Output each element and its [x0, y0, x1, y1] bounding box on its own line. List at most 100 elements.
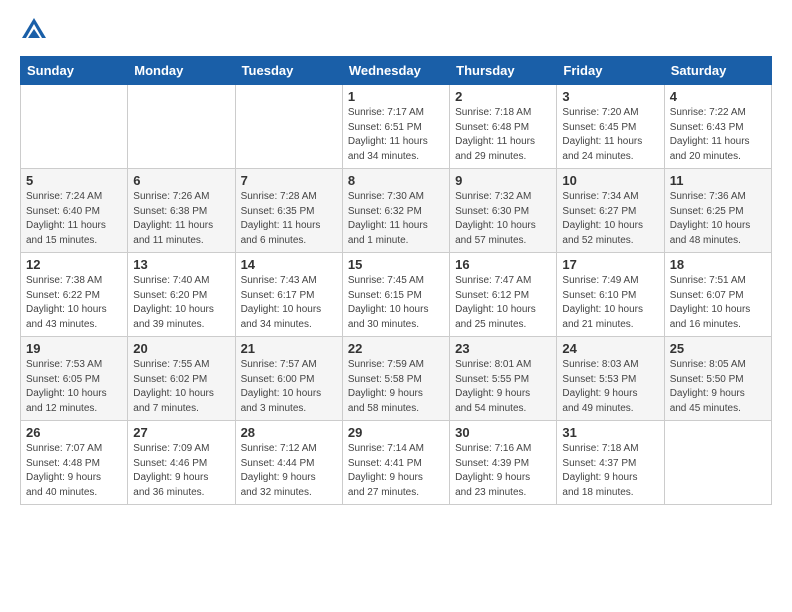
calendar-cell: 21 Sunrise: 7:57 AM Sunset: 6:00 PM Dayli… — [235, 337, 342, 421]
day-info: Sunrise: 7:24 AM Sunset: 6:40 PM Dayligh… — [26, 190, 122, 248]
day-info: Sunrise: 7:17 AM Sunset: 6:51 PM Dayligh… — [348, 106, 444, 164]
calendar-body: 1 Sunrise: 7:17 AM Sunset: 6:51 PM Daylig… — [21, 85, 772, 505]
calendar-cell: 25 Sunrise: 8:05 AM Sunset: 5:50 PM Dayli… — [664, 337, 771, 421]
day-number: 23 — [455, 341, 551, 356]
calendar-cell: 29Sunrise: 7:14 AM Sunset: 4:41 PM Dayli… — [342, 421, 449, 505]
calendar-cell: 9 Sunrise: 7:32 AM Sunset: 6:30 PM Daylig… — [450, 169, 557, 253]
day-info: Sunrise: 7:36 AM Sunset: 6:25 PM Dayligh… — [670, 190, 766, 248]
day-info: Sunrise: 7:49 AM Sunset: 6:10 PM Dayligh… — [562, 274, 658, 332]
day-info: Sunrise: 7:16 AM Sunset: 4:39 PM Dayligh… — [455, 442, 551, 500]
day-info: Sunrise: 7:57 AM Sunset: 6:00 PM Dayligh… — [241, 358, 337, 416]
calendar-cell: 11 Sunrise: 7:36 AM Sunset: 6:25 PM Dayli… — [664, 169, 771, 253]
day-info: Sunrise: 8:03 AM Sunset: 5:53 PM Dayligh… — [562, 358, 658, 416]
day-number: 21 — [241, 341, 337, 356]
weekday-header-thursday: Thursday — [450, 57, 557, 85]
day-number: 6 — [133, 173, 229, 188]
day-number: 13 — [133, 257, 229, 272]
calendar-cell: 8Sunrise: 7:30 AM Sunset: 6:32 PM Daylig… — [342, 169, 449, 253]
day-info: Sunrise: 7:14 AM Sunset: 4:41 PM Dayligh… — [348, 442, 444, 500]
day-info: Sunrise: 7:18 AM Sunset: 4:37 PM Dayligh… — [562, 442, 658, 500]
calendar-cell: 19 Sunrise: 7:53 AM Sunset: 6:05 PM Dayli… — [21, 337, 128, 421]
day-number: 14 — [241, 257, 337, 272]
week-row-2: 12 Sunrise: 7:38 AM Sunset: 6:22 PM Dayli… — [21, 253, 772, 337]
day-info: Sunrise: 7:07 AM Sunset: 4:48 PM Dayligh… — [26, 442, 122, 500]
day-number: 12 — [26, 257, 122, 272]
day-info: Sunrise: 7:22 AM Sunset: 6:43 PM Dayligh… — [670, 106, 766, 164]
calendar-cell: 28 Sunrise: 7:12 AM Sunset: 4:44 PM Dayli… — [235, 421, 342, 505]
day-number: 18 — [670, 257, 766, 272]
day-number: 25 — [670, 341, 766, 356]
day-number: 30 — [455, 425, 551, 440]
calendar-cell: 17Sunrise: 7:49 AM Sunset: 6:10 PM Dayli… — [557, 253, 664, 337]
day-number: 19 — [26, 341, 122, 356]
calendar-table: SundayMondayTuesdayWednesdayThursdayFrid… — [20, 56, 772, 505]
day-info: Sunrise: 7:43 AM Sunset: 6:17 PM Dayligh… — [241, 274, 337, 332]
calendar-cell: 5 Sunrise: 7:24 AM Sunset: 6:40 PM Daylig… — [21, 169, 128, 253]
day-number: 8 — [348, 173, 444, 188]
calendar-cell: 10Sunrise: 7:34 AM Sunset: 6:27 PM Dayli… — [557, 169, 664, 253]
day-info: Sunrise: 7:12 AM Sunset: 4:44 PM Dayligh… — [241, 442, 337, 500]
calendar-cell: 16 Sunrise: 7:47 AM Sunset: 6:12 PM Dayli… — [450, 253, 557, 337]
logo-icon — [20, 16, 48, 44]
page: SundayMondayTuesdayWednesdayThursdayFrid… — [0, 0, 792, 612]
day-info: Sunrise: 7:09 AM Sunset: 4:46 PM Dayligh… — [133, 442, 229, 500]
calendar-cell: 2Sunrise: 7:18 AM Sunset: 6:48 PM Daylig… — [450, 85, 557, 169]
day-info: Sunrise: 7:20 AM Sunset: 6:45 PM Dayligh… — [562, 106, 658, 164]
day-info: Sunrise: 7:45 AM Sunset: 6:15 PM Dayligh… — [348, 274, 444, 332]
calendar-cell: 18 Sunrise: 7:51 AM Sunset: 6:07 PM Dayli… — [664, 253, 771, 337]
calendar-cell: 4 Sunrise: 7:22 AM Sunset: 6:43 PM Daylig… — [664, 85, 771, 169]
day-number: 16 — [455, 257, 551, 272]
day-number: 1 — [348, 89, 444, 104]
calendar-cell: 27 Sunrise: 7:09 AM Sunset: 4:46 PM Dayli… — [128, 421, 235, 505]
calendar-cell: 23Sunrise: 8:01 AM Sunset: 5:55 PM Dayli… — [450, 337, 557, 421]
day-number: 11 — [670, 173, 766, 188]
calendar-cell: 20 Sunrise: 7:55 AM Sunset: 6:02 PM Dayli… — [128, 337, 235, 421]
day-number: 10 — [562, 173, 658, 188]
day-number: 9 — [455, 173, 551, 188]
calendar-cell: 31Sunrise: 7:18 AM Sunset: 4:37 PM Dayli… — [557, 421, 664, 505]
day-number: 5 — [26, 173, 122, 188]
day-info: Sunrise: 8:05 AM Sunset: 5:50 PM Dayligh… — [670, 358, 766, 416]
day-number: 4 — [670, 89, 766, 104]
calendar-cell: 14 Sunrise: 7:43 AM Sunset: 6:17 PM Dayli… — [235, 253, 342, 337]
week-row-1: 5 Sunrise: 7:24 AM Sunset: 6:40 PM Daylig… — [21, 169, 772, 253]
day-info: Sunrise: 7:26 AM Sunset: 6:38 PM Dayligh… — [133, 190, 229, 248]
calendar-cell: 22 Sunrise: 7:59 AM Sunset: 5:58 PM Dayli… — [342, 337, 449, 421]
day-number: 22 — [348, 341, 444, 356]
day-number: 15 — [348, 257, 444, 272]
day-number: 27 — [133, 425, 229, 440]
calendar-cell — [128, 85, 235, 169]
week-row-3: 19 Sunrise: 7:53 AM Sunset: 6:05 PM Dayli… — [21, 337, 772, 421]
weekday-header-sunday: Sunday — [21, 57, 128, 85]
weekday-header-row: SundayMondayTuesdayWednesdayThursdayFrid… — [21, 57, 772, 85]
day-info: Sunrise: 7:38 AM Sunset: 6:22 PM Dayligh… — [26, 274, 122, 332]
day-number: 26 — [26, 425, 122, 440]
day-info: Sunrise: 7:59 AM Sunset: 5:58 PM Dayligh… — [348, 358, 444, 416]
weekday-header-saturday: Saturday — [664, 57, 771, 85]
calendar-cell: 12 Sunrise: 7:38 AM Sunset: 6:22 PM Dayli… — [21, 253, 128, 337]
week-row-4: 26 Sunrise: 7:07 AM Sunset: 4:48 PM Dayli… — [21, 421, 772, 505]
weekday-header-tuesday: Tuesday — [235, 57, 342, 85]
calendar-cell: 26 Sunrise: 7:07 AM Sunset: 4:48 PM Dayli… — [21, 421, 128, 505]
calendar-cell: 1 Sunrise: 7:17 AM Sunset: 6:51 PM Daylig… — [342, 85, 449, 169]
weekday-header-friday: Friday — [557, 57, 664, 85]
day-number: 24 — [562, 341, 658, 356]
weekday-header-monday: Monday — [128, 57, 235, 85]
day-number: 2 — [455, 89, 551, 104]
day-number: 28 — [241, 425, 337, 440]
logo — [20, 16, 52, 44]
day-number: 20 — [133, 341, 229, 356]
week-row-0: 1 Sunrise: 7:17 AM Sunset: 6:51 PM Daylig… — [21, 85, 772, 169]
calendar-cell: 24 Sunrise: 8:03 AM Sunset: 5:53 PM Dayli… — [557, 337, 664, 421]
calendar-cell — [21, 85, 128, 169]
calendar-cell: 15 Sunrise: 7:45 AM Sunset: 6:15 PM Dayli… — [342, 253, 449, 337]
day-info: Sunrise: 7:55 AM Sunset: 6:02 PM Dayligh… — [133, 358, 229, 416]
calendar-cell — [664, 421, 771, 505]
calendar-cell: 13Sunrise: 7:40 AM Sunset: 6:20 PM Dayli… — [128, 253, 235, 337]
calendar-cell: 6 Sunrise: 7:26 AM Sunset: 6:38 PM Daylig… — [128, 169, 235, 253]
day-info: Sunrise: 7:53 AM Sunset: 6:05 PM Dayligh… — [26, 358, 122, 416]
day-info: Sunrise: 7:47 AM Sunset: 6:12 PM Dayligh… — [455, 274, 551, 332]
day-info: Sunrise: 7:32 AM Sunset: 6:30 PM Dayligh… — [455, 190, 551, 248]
day-info: Sunrise: 7:51 AM Sunset: 6:07 PM Dayligh… — [670, 274, 766, 332]
day-number: 3 — [562, 89, 658, 104]
